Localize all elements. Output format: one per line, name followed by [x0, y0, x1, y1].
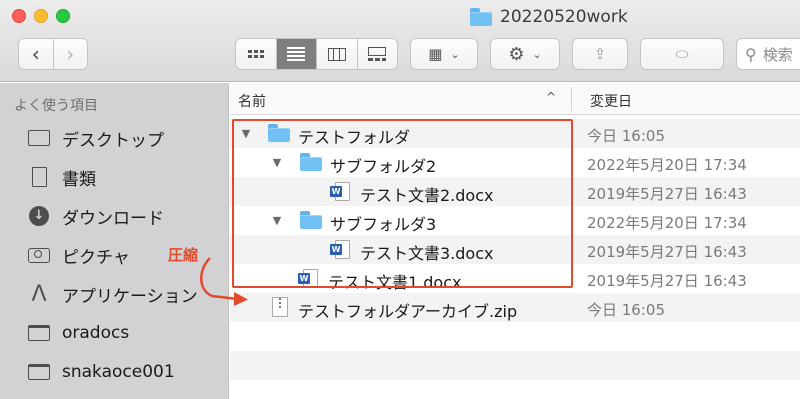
sidebar-item-label: デスクトップ — [62, 130, 164, 151]
disclosure-triangle-icon[interactable]: ▼ — [270, 214, 284, 227]
search-field[interactable]: ⚲ 検索 — [736, 38, 800, 70]
file-name: サブフォルダ3 — [330, 215, 437, 234]
file-name: テスト文書3.docx — [360, 244, 494, 263]
sort-ascending-icon: ^ — [546, 90, 557, 104]
disclosure-triangle-icon[interactable]: ▼ — [239, 127, 253, 140]
zoom-window-button[interactable] — [56, 9, 70, 23]
file-name: テスト文書2.docx — [360, 186, 494, 205]
sidebar-item-oradocs[interactable]: oradocs — [26, 320, 129, 346]
close-window-button[interactable] — [12, 9, 26, 23]
sidebar-item-label: ダウンロード — [62, 208, 164, 229]
sidebar-item-snakaoce001[interactable]: snakaoce001 — [26, 359, 175, 385]
gear-icon: ⚙ — [508, 43, 525, 65]
tag-icon: ⬭ — [675, 45, 689, 63]
file-row-archive-zip[interactable]: テストフォルダアーカイブ.zip 今日 16:05 — [230, 293, 800, 322]
column-header-modified[interactable]: 変更日 — [590, 91, 632, 111]
share-button[interactable]: ⇪ — [572, 38, 628, 70]
folder-icon — [470, 8, 492, 26]
search-placeholder: 検索 — [762, 45, 793, 64]
action-menu-button[interactable]: ⚙ ⌄ — [490, 38, 560, 70]
sidebar-item-applications[interactable]: Λ アプリケーション — [26, 281, 198, 307]
sidebar-item-documents[interactable]: 書類 — [26, 164, 96, 190]
file-row-test-folder[interactable]: ▼ テストフォルダ 今日 16:05 — [230, 119, 800, 148]
group-by-button[interactable]: ▦ ⌄ — [410, 38, 478, 70]
sidebar-item-label: ピクチャ — [62, 247, 130, 268]
sidebar-item-label: oradocs — [62, 323, 130, 343]
list-view-button[interactable] — [276, 39, 317, 69]
icon-view-button[interactable] — [236, 39, 277, 69]
list-view-icon — [287, 47, 306, 61]
sidebar-item-pictures[interactable]: ピクチャ — [26, 242, 130, 268]
list-header: 名前 ^ 変更日 — [230, 83, 800, 115]
back-button[interactable]: ‹ — [19, 39, 53, 69]
word-document-icon: W — [298, 269, 320, 288]
folder-icon — [26, 322, 52, 344]
sidebar-item-label: アプリケーション — [62, 286, 198, 307]
file-modified-date: 2022年5月20日 17:34 — [587, 156, 747, 174]
word-document-icon: W — [330, 182, 352, 201]
window-title: 20220520work — [470, 6, 628, 28]
file-modified-date: 2019年5月27日 16:43 — [587, 243, 747, 261]
folder-icon — [26, 361, 52, 383]
word-document-icon: W — [330, 240, 352, 259]
file-name: テストフォルダアーカイブ.zip — [298, 302, 518, 321]
view-mode-selector — [235, 38, 398, 70]
annotation-label: 圧縮 — [168, 246, 199, 264]
search-icon: ⚲ — [745, 44, 757, 64]
empty-row — [230, 351, 800, 380]
gallery-view-icon — [368, 47, 387, 61]
file-modified-date: 2019年5月27日 16:43 — [587, 185, 747, 203]
column-view-icon — [327, 47, 346, 61]
file-list: 名前 ^ 変更日 ▼ テストフォルダ 今日 16:05 ▼ サブフォルダ2 20… — [230, 83, 800, 399]
file-row-test-doc-2[interactable]: W テスト文書2.docx 2019年5月27日 16:43 — [230, 177, 800, 206]
file-row-test-doc-3[interactable]: W テスト文書3.docx 2019年5月27日 16:43 — [230, 235, 800, 264]
file-row-test-doc-1[interactable]: W テスト文書1.docx 2019年5月27日 16:43 — [230, 264, 800, 293]
sidebar-item-downloads[interactable]: ↓ ダウンロード — [26, 203, 164, 229]
desktop-icon — [26, 127, 52, 149]
file-name: テスト文書1.docx — [328, 273, 462, 292]
icon-view-icon — [247, 50, 264, 58]
column-header-name[interactable]: 名前 — [238, 91, 266, 111]
column-divider[interactable] — [571, 87, 572, 111]
file-name: テストフォルダ — [298, 128, 411, 147]
navigation-buttons: ‹ › — [18, 38, 88, 70]
file-row-subfolder-2[interactable]: ▼ サブフォルダ2 2022年5月20日 17:34 — [230, 148, 800, 177]
forward-button[interactable]: › — [54, 39, 88, 69]
file-name: サブフォルダ2 — [330, 157, 437, 176]
file-modified-date: 今日 16:05 — [587, 127, 665, 145]
arrange-icon: ▦ — [428, 45, 443, 63]
gallery-view-button[interactable] — [358, 39, 398, 69]
column-view-button[interactable] — [317, 39, 358, 69]
disclosure-triangle-icon[interactable]: ▼ — [270, 156, 284, 169]
downloads-icon: ↓ — [26, 205, 52, 227]
file-modified-date: 2022年5月20日 17:34 — [587, 214, 747, 232]
sidebar-item-label: snakaoce001 — [62, 362, 175, 382]
sidebar-item-desktop[interactable]: デスクトップ — [26, 125, 164, 151]
chevron-down-icon: ⌄ — [450, 47, 460, 61]
window-title-text: 20220520work — [500, 7, 628, 27]
annotation-arrow-icon — [200, 257, 248, 306]
camera-icon — [26, 244, 52, 266]
minimize-window-button[interactable] — [34, 9, 48, 23]
empty-row — [230, 322, 800, 351]
file-row-subfolder-3[interactable]: ▼ サブフォルダ3 2022年5月20日 17:34 — [230, 206, 800, 235]
file-modified-date: 今日 16:05 — [587, 301, 665, 319]
sidebar-heading-favorites: よく使う項目 — [14, 98, 98, 114]
applications-icon: Λ — [31, 281, 47, 307]
sidebar: よく使う項目 デスクトップ 書類 ↓ ダウンロード ピクチャ Λ アプリケーショ… — [0, 83, 229, 399]
tags-button[interactable]: ⬭ — [640, 38, 724, 70]
folder-icon — [300, 211, 322, 229]
folder-icon — [300, 153, 322, 171]
documents-icon — [26, 166, 52, 188]
folder-icon — [268, 124, 290, 142]
chevron-down-icon: ⌄ — [532, 47, 542, 61]
zip-archive-icon — [272, 297, 288, 317]
window-toolbar: 20220520work ‹ › ▦ ⌄ ⚙ ⌄ ⇪ ⬭ ⚲ 検索 — [0, 0, 800, 82]
share-icon: ⇪ — [593, 45, 607, 63]
file-modified-date: 2019年5月27日 16:43 — [587, 272, 747, 290]
sidebar-item-label: 書類 — [62, 169, 96, 190]
